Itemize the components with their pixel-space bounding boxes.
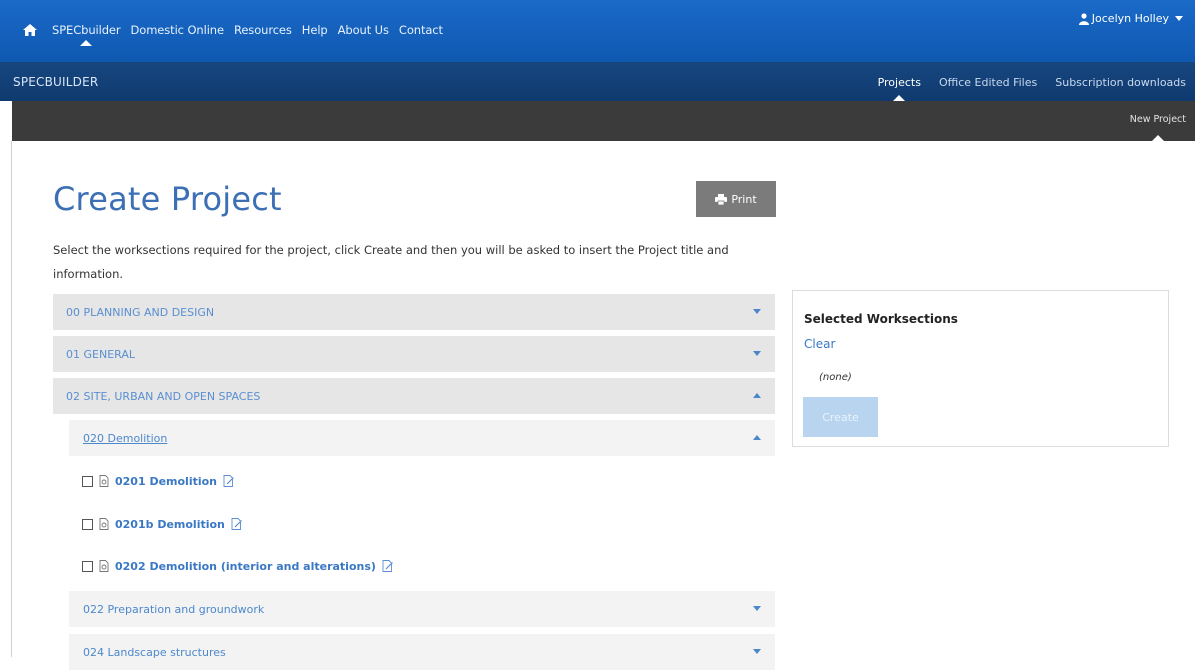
nav-about-us[interactable]: About Us	[338, 23, 389, 37]
user-menu[interactable]: Jocelyn Holley	[1078, 12, 1183, 25]
section-01-general[interactable]: 01 GENERAL	[53, 336, 775, 372]
edit-document-icon[interactable]	[223, 475, 235, 487]
user-name: Jocelyn Holley	[1091, 12, 1169, 25]
nav-resources[interactable]: Resources	[234, 23, 292, 37]
chevron-up-icon	[753, 435, 761, 440]
create-button[interactable]: Create	[803, 397, 878, 437]
edit-document-icon[interactable]	[231, 518, 243, 530]
worksection-link[interactable]: 0202 Demolition (interior and alteration…	[115, 560, 376, 573]
nav-projects[interactable]: Projects	[878, 76, 921, 101]
worksection-checkbox[interactable]	[82, 560, 93, 572]
section-label: 01 GENERAL	[66, 347, 135, 361]
top-nav-bar: SPECbuilder Domestic Online Resources He…	[0, 0, 1195, 62]
home-icon[interactable]	[22, 23, 38, 37]
chevron-down-icon	[1175, 16, 1183, 21]
new-project-link[interactable]: New Project	[1130, 114, 1186, 141]
empty-selection-text: (none)	[819, 372, 852, 383]
app-nav: Projects Office Edited Files Subscriptio…	[878, 76, 1186, 101]
nav-office-edited-files[interactable]: Office Edited Files	[939, 76, 1037, 89]
section-00-planning-and-design[interactable]: 00 PLANNING AND DESIGN	[53, 294, 775, 330]
worksection-item: 0202 Demolition (interior and alteration…	[82, 557, 394, 575]
chevron-down-icon	[753, 351, 761, 356]
print-label: Print	[731, 192, 757, 206]
section-label: 02 SITE, URBAN AND OPEN SPACES	[66, 389, 261, 403]
selected-worksections-panel: Selected Worksections Clear (none) Creat…	[792, 290, 1169, 447]
top-nav: SPECbuilder Domestic Online Resources He…	[22, 23, 453, 46]
edit-document-icon[interactable]	[382, 560, 394, 572]
subsection-label: 022 Preparation and groundwork	[83, 602, 265, 616]
clear-link[interactable]: Clear	[804, 337, 835, 351]
worksection-link[interactable]: 0201b Demolition	[115, 518, 225, 531]
document-icon	[99, 518, 109, 530]
app-brand[interactable]: SPECBUILDER	[13, 75, 98, 89]
intro-text: Select the worksections required for the…	[53, 243, 729, 281]
content-border	[11, 141, 12, 657]
nav-specbuilder[interactable]: SPECbuilder	[52, 23, 121, 46]
print-button[interactable]: Print	[696, 181, 776, 217]
nav-contact[interactable]: Contact	[399, 23, 443, 37]
section-label: 00 PLANNING AND DESIGN	[66, 305, 215, 319]
chevron-down-icon	[753, 649, 761, 654]
nav-domestic-online[interactable]: Domestic Online	[131, 23, 225, 37]
worksection-item: 0201b Demolition	[82, 515, 243, 533]
printer-icon	[715, 193, 728, 205]
chevron-up-icon	[753, 393, 761, 398]
panel-title: Selected Worksections	[804, 312, 958, 326]
page-title: Create Project	[53, 180, 282, 218]
subsection-022-preparation-and-groundwork[interactable]: 022 Preparation and groundwork	[69, 591, 775, 627]
worksection-link[interactable]: 0201 Demolition	[115, 475, 217, 488]
chevron-down-icon	[753, 309, 761, 314]
worksection-checkbox[interactable]	[82, 518, 93, 530]
nav-help[interactable]: Help	[302, 23, 328, 37]
app-bar: SPECBUILDER Projects Office Edited Files…	[0, 62, 1195, 101]
project-toolbar: New Project	[12, 101, 1195, 141]
document-icon	[99, 475, 109, 487]
user-icon	[1078, 12, 1089, 25]
section-02-site-urban-and-open-spaces[interactable]: 02 SITE, URBAN AND OPEN SPACES	[53, 378, 775, 414]
nav-subscription-downloads[interactable]: Subscription downloads	[1055, 76, 1186, 89]
document-icon	[99, 560, 109, 572]
worksection-checkbox[interactable]	[82, 475, 93, 487]
subsection-020-demolition[interactable]: 020 Demolition	[69, 420, 775, 456]
subsection-024-landscape-structures[interactable]: 024 Landscape structures	[69, 634, 775, 670]
subsection-label: 020 Demolition	[83, 431, 168, 445]
worksection-item: 0201 Demolition	[82, 472, 235, 490]
chevron-down-icon	[753, 606, 761, 611]
